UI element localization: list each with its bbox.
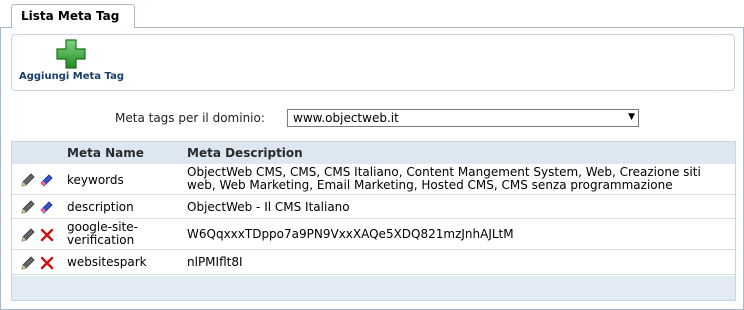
add-meta-tag-label: Aggiungi Meta Tag xyxy=(19,71,124,82)
table-row: keywords ObjectWeb CMS, CMS, CMS Italian… xyxy=(12,164,735,195)
meta-name: keywords xyxy=(67,173,124,187)
meta-description: ObjectWeb - Il CMS Italiano xyxy=(187,200,350,214)
pencil-icon[interactable] xyxy=(20,199,36,215)
delete-x-icon[interactable] xyxy=(39,227,55,243)
row-actions xyxy=(20,172,60,188)
meta-name: google-site-verification xyxy=(67,220,138,247)
dropdown-arrow-icon: ▼ xyxy=(628,112,635,122)
table-row: google-site-verification W6QqxxxTDppo7a9… xyxy=(12,219,735,250)
row-actions xyxy=(20,227,60,243)
table-footer xyxy=(12,276,735,300)
meta-description: nlPMIflt8I xyxy=(187,255,243,269)
toolbar: Aggiungi Meta Tag xyxy=(11,34,735,91)
table-row: description ObjectWeb - Il CMS Italiano xyxy=(12,195,735,219)
column-header-meta-name: Meta Name xyxy=(67,146,144,160)
tab-label: Lista Meta Tag xyxy=(21,9,120,23)
add-meta-tag-button[interactable]: Aggiungi Meta Tag xyxy=(18,38,126,86)
delete-x-icon[interactable] xyxy=(39,255,55,271)
eraser-icon[interactable] xyxy=(39,172,55,188)
eraser-icon[interactable] xyxy=(39,199,55,215)
plus-icon xyxy=(56,39,86,69)
pencil-icon[interactable] xyxy=(20,172,36,188)
meta-tag-table: Meta Name Meta Description keywords Obje… xyxy=(11,141,736,301)
table-header: Meta Name Meta Description xyxy=(12,142,735,164)
meta-name: description xyxy=(67,200,134,214)
main-panel: Aggiungi Meta Tag Meta tags per il domin… xyxy=(0,27,744,310)
meta-description: ObjectWeb CMS, CMS, CMS Italiano, Conten… xyxy=(187,165,701,192)
tab-lista-meta-tag[interactable]: Lista Meta Tag xyxy=(11,4,135,28)
column-header-meta-description: Meta Description xyxy=(187,146,303,160)
pencil-icon[interactable] xyxy=(20,227,36,243)
row-actions xyxy=(20,199,60,215)
domain-label: Meta tags per il dominio: xyxy=(115,111,265,125)
meta-name: websitespark xyxy=(67,255,147,269)
domain-select[interactable]: www.objectweb.it ▼ xyxy=(287,109,639,127)
row-actions xyxy=(20,255,60,271)
domain-select-value: www.objectweb.it xyxy=(293,111,399,125)
pencil-icon[interactable] xyxy=(20,255,36,271)
table-row: websitespark nlPMIflt8I xyxy=(12,250,735,275)
meta-description: W6QqxxxTDppo7a9PN9VxxXAQe5XDQ821mzJnhAJL… xyxy=(187,227,514,241)
